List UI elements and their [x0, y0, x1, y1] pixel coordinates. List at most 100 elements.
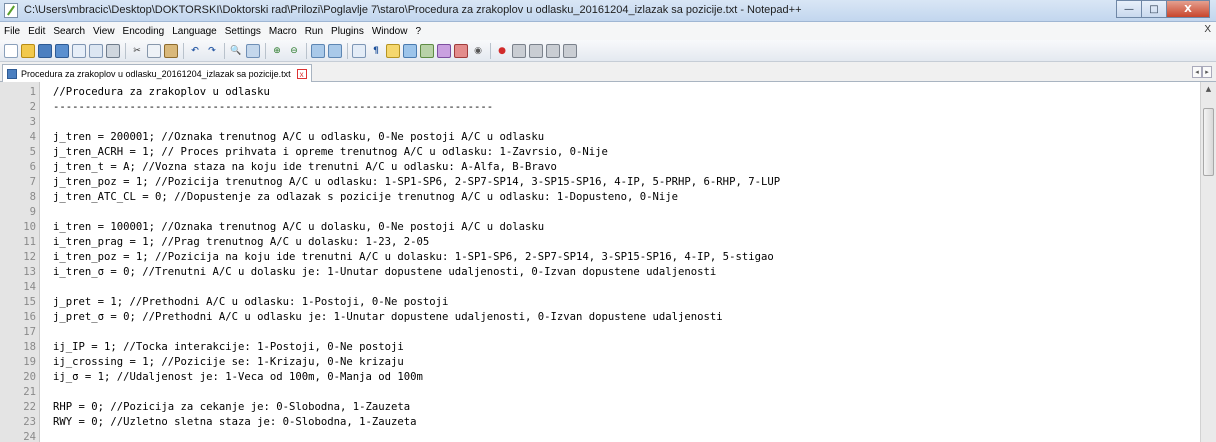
line-text[interactable]: ij_σ = 1; //Udaljenost je: 1-Veca od 100… — [53, 370, 423, 385]
scroll-up-icon[interactable]: ▲ — [1201, 82, 1216, 96]
line-text[interactable]: ij_crossing = 1; //Pozicije se: 1-Krizaj… — [53, 355, 404, 370]
menu-bar: File Edit Search View Encoding Language … — [0, 22, 1216, 40]
code-line[interactable]: 13 i_tren_σ = 0; //Trenutni A/C u dolasku… — [0, 265, 1200, 280]
code-line[interactable]: 1 //Procedura za zrakoplov u odlasku — [0, 85, 1200, 100]
file-tab[interactable]: Procedura za zrakoplov u odlasku_2016120… — [2, 64, 312, 82]
menu-language[interactable]: Language — [168, 26, 221, 37]
menu-search[interactable]: Search — [49, 26, 89, 37]
code-line[interactable]: 7 j_tren_poz = 1; //Pozicija trenutnog A/… — [0, 175, 1200, 190]
code-line[interactable]: 5 j_tren_ACRH = 1; // Proces prihvata i o… — [0, 145, 1200, 160]
sync-h-icon[interactable] — [328, 43, 342, 58]
code-line[interactable]: 4 j_tren = 200001; //Oznaka trenutnog A/C… — [0, 130, 1200, 145]
menu-macro[interactable]: Macro — [265, 26, 301, 37]
stop-macro-icon[interactable] — [512, 43, 526, 58]
paste-icon[interactable] — [164, 43, 178, 58]
record-macro-icon[interactable]: ● — [495, 44, 509, 58]
zoom-in-icon[interactable]: ⊕ — [270, 44, 284, 58]
close-all-icon[interactable] — [89, 43, 103, 58]
code-line[interactable]: 12 i_tren_poz = 1; //Pozicija na koju ide… — [0, 250, 1200, 265]
cut-icon[interactable]: ✂ — [130, 44, 144, 58]
folder-workspace-icon[interactable] — [437, 43, 451, 58]
eye-icon[interactable]: ◉ — [471, 44, 485, 58]
line-text[interactable]: i_tren_poz = 1; //Pozicija na koju ide t… — [53, 250, 774, 265]
save-icon[interactable] — [38, 43, 52, 58]
new-file-icon[interactable] — [4, 43, 18, 58]
code-line[interactable]: 16 j_pret_σ = 0; //Prethodni A/C u odlask… — [0, 310, 1200, 325]
code-line[interactable]: 18 ij_IP = 1; //Tocka interakcije: 1-Post… — [0, 340, 1200, 355]
undo-icon[interactable]: ↶ — [188, 44, 202, 58]
sync-v-icon[interactable] — [311, 43, 325, 58]
code-line[interactable]: 24 — [0, 430, 1200, 442]
code-line[interactable]: 14 — [0, 280, 1200, 295]
save-macro-icon[interactable] — [563, 43, 577, 58]
play-multi-icon[interactable] — [546, 43, 560, 58]
code-line[interactable]: 15 j_pret = 1; //Prethodni A/C u odlasku:… — [0, 295, 1200, 310]
play-macro-icon[interactable] — [529, 43, 543, 58]
scroll-thumb[interactable] — [1203, 108, 1214, 176]
code-line[interactable]: 22 RHP = 0; //Pozicija za cekanje je: 0-S… — [0, 400, 1200, 415]
replace-icon[interactable] — [246, 43, 260, 58]
code-line[interactable]: 19 ij_crossing = 1; //Pozicije se: 1-Kriz… — [0, 355, 1200, 370]
doc-map-icon[interactable] — [403, 43, 417, 58]
function-list-icon[interactable] — [420, 43, 434, 58]
print-icon[interactable] — [106, 43, 120, 58]
line-text[interactable]: i_tren_σ = 0; //Trenutni A/C u dolasku j… — [53, 265, 716, 280]
tab-scroll-left-icon[interactable]: ◂ — [1192, 66, 1202, 78]
notepadpp-app-icon[interactable] — [4, 3, 18, 18]
close-window-button[interactable]: X — [1166, 0, 1210, 18]
zoom-out-icon[interactable]: ⊖ — [287, 44, 301, 58]
code-line[interactable]: 17 — [0, 325, 1200, 340]
maximize-button[interactable]: □ — [1141, 0, 1167, 18]
line-text[interactable]: j_tren_poz = 1; //Pozicija trenutnog A/C… — [53, 175, 780, 190]
line-text[interactable]: ij_IP = 1; //Tocka interakcije: 1-Postoj… — [53, 340, 404, 355]
word-wrap-icon[interactable] — [352, 43, 366, 58]
close-document-button[interactable]: X — [1204, 24, 1211, 35]
code-line[interactable]: 20 ij_σ = 1; //Udaljenost je: 1-Veca od 1… — [0, 370, 1200, 385]
code-line[interactable]: 3 — [0, 115, 1200, 130]
line-text[interactable]: ----------------------------------------… — [53, 100, 493, 115]
close-icon[interactable] — [72, 43, 86, 58]
show-all-icon[interactable]: ¶ — [369, 44, 383, 58]
line-text[interactable]: j_pret = 1; //Prethodni A/C u odlasku: 1… — [53, 295, 448, 310]
indent-guide-icon[interactable] — [386, 43, 400, 58]
code-line[interactable]: 21 — [0, 385, 1200, 400]
tab-close-icon[interactable]: x — [296, 68, 307, 79]
monitor-icon[interactable] — [454, 43, 468, 58]
menu-plugins[interactable]: Plugins — [327, 26, 368, 37]
line-text[interactable]: j_tren_t = A; //Vozna staza na koju ide … — [53, 160, 557, 175]
code-line[interactable]: 8 j_tren_ATC_CL = 0; //Dopustenje za odla… — [0, 190, 1200, 205]
code-line[interactable]: 10 i_tren = 100001; //Oznaka trenutnog A/… — [0, 220, 1200, 235]
line-text[interactable]: j_tren = 200001; //Oznaka trenutnog A/C … — [53, 130, 544, 145]
find-icon[interactable]: 🔍 — [229, 44, 243, 58]
line-text[interactable]: //Procedura za zrakoplov u odlasku — [53, 85, 270, 100]
save-all-icon[interactable] — [55, 43, 69, 58]
line-number: 2 — [29, 101, 36, 113]
code-line[interactable]: 23 RWY = 0; //Uzletno sletna staza je: 0-… — [0, 415, 1200, 430]
line-text[interactable]: RWY = 0; //Uzletno sletna staza je: 0-Sl… — [53, 415, 417, 430]
redo-icon[interactable]: ↷ — [205, 44, 219, 58]
line-text[interactable]: j_pret_σ = 0; //Prethodni A/C u odlasku … — [53, 310, 723, 325]
code-line[interactable]: 6 j_tren_t = A; //Vozna staza na koju ide… — [0, 160, 1200, 175]
menu-help[interactable]: ? — [411, 26, 425, 37]
minimize-button[interactable]: — — [1116, 0, 1142, 18]
line-text[interactable]: i_tren = 100001; //Oznaka trenutnog A/C … — [53, 220, 544, 235]
menu-edit[interactable]: Edit — [24, 26, 49, 37]
tab-scroll-right-icon[interactable]: ▸ — [1202, 66, 1212, 78]
menu-window[interactable]: Window — [368, 26, 412, 37]
line-text[interactable]: j_tren_ATC_CL = 0; //Dopustenje za odlaz… — [53, 190, 678, 205]
menu-encoding[interactable]: Encoding — [119, 26, 169, 37]
code-line[interactable]: 11 i_tren_prag = 1; //Prag trenutnog A/C … — [0, 235, 1200, 250]
line-text[interactable]: i_tren_prag = 1; //Prag trenutnog A/C u … — [53, 235, 429, 250]
vertical-scrollbar[interactable]: ▲ — [1200, 82, 1216, 442]
menu-view[interactable]: View — [89, 26, 119, 37]
menu-run[interactable]: Run — [301, 26, 327, 37]
open-icon[interactable] — [21, 43, 35, 58]
line-text[interactable]: RHP = 0; //Pozicija za cekanje je: 0-Slo… — [53, 400, 410, 415]
menu-file[interactable]: File — [0, 26, 24, 37]
copy-icon[interactable] — [147, 43, 161, 58]
line-text[interactable]: j_tren_ACRH = 1; // Proces prihvata i op… — [53, 145, 608, 160]
code-line[interactable]: 9 — [0, 205, 1200, 220]
editor[interactable]: 1 //Procedura za zrakoplov u odlasku 2 ----… — [0, 82, 1216, 442]
code-line[interactable]: 2 ---------------------------------------… — [0, 100, 1200, 115]
menu-settings[interactable]: Settings — [221, 26, 265, 37]
